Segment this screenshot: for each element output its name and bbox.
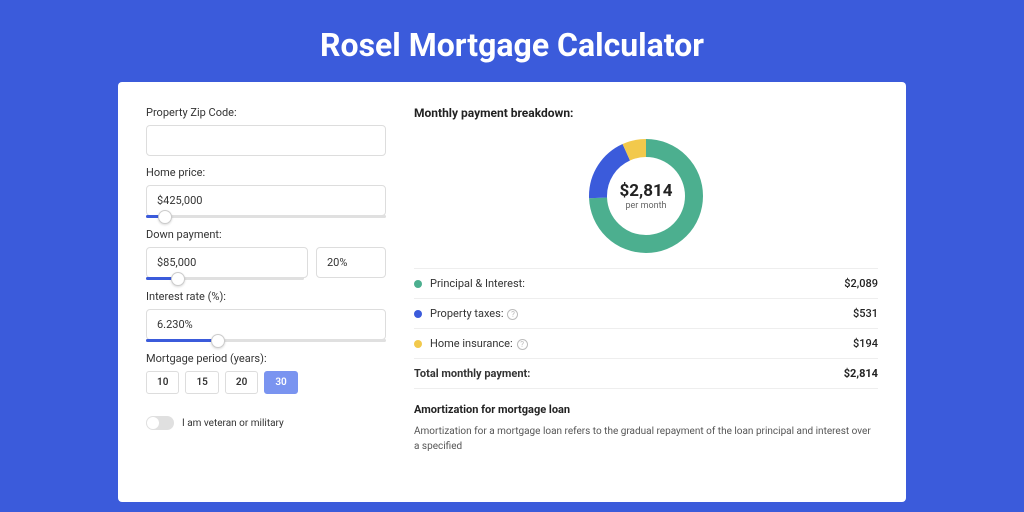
- legend-dot-icon: [414, 340, 422, 348]
- period-option-30[interactable]: 30: [264, 371, 297, 394]
- amortization-title: Amortization for mortgage loan: [414, 403, 878, 416]
- legend-row: Home insurance:?$194: [414, 329, 878, 359]
- donut-amount: $2,814: [620, 181, 673, 201]
- legend-value: $2,089: [844, 277, 878, 290]
- period-option-15[interactable]: 15: [185, 371, 218, 394]
- page-title: Rosel Mortgage Calculator: [0, 0, 1024, 82]
- veteran-toggle[interactable]: [146, 416, 174, 430]
- rate-input[interactable]: [146, 309, 386, 340]
- slider-thumb-icon[interactable]: [171, 272, 185, 286]
- amortization-text: Amortization for a mortgage loan refers …: [414, 424, 878, 454]
- period-label: Mortgage period (years):: [146, 352, 386, 365]
- legend-row: Principal & Interest:$2,089: [414, 269, 878, 299]
- slider-thumb-icon[interactable]: [158, 210, 172, 224]
- legend-dot-icon: [414, 310, 422, 318]
- down-amount-input[interactable]: [146, 247, 308, 278]
- legend-value: $194: [853, 337, 878, 350]
- slider-thumb-icon[interactable]: [211, 334, 225, 348]
- legend-name: Home insurance:?: [430, 337, 853, 350]
- legend-dot-icon: [414, 280, 422, 288]
- down-slider[interactable]: [146, 277, 304, 280]
- breakdown-title: Monthly payment breakdown:: [414, 106, 878, 120]
- price-slider[interactable]: [146, 215, 386, 218]
- form-panel: Property Zip Code: Home price: Down paym…: [146, 106, 386, 478]
- down-percent-input[interactable]: [316, 247, 386, 278]
- rate-slider[interactable]: [146, 339, 386, 342]
- legend: Principal & Interest:$2,089Property taxe…: [414, 268, 878, 389]
- calculator-card: Property Zip Code: Home price: Down paym…: [118, 82, 906, 502]
- rate-label: Interest rate (%):: [146, 290, 386, 303]
- zip-input[interactable]: [146, 125, 386, 156]
- legend-row: Property taxes:?$531: [414, 299, 878, 329]
- period-group: 10 15 20 30: [146, 371, 386, 394]
- total-label: Total monthly payment:: [414, 367, 844, 380]
- legend-total-row: Total monthly payment:$2,814: [414, 359, 878, 389]
- period-option-10[interactable]: 10: [146, 371, 179, 394]
- donut-sub: per month: [625, 201, 666, 211]
- price-label: Home price:: [146, 166, 386, 179]
- total-value: $2,814: [844, 367, 878, 380]
- info-icon[interactable]: ?: [517, 339, 528, 350]
- legend-name: Principal & Interest:: [430, 277, 844, 290]
- breakdown-panel: Monthly payment breakdown: $2,814 per mo…: [414, 106, 878, 478]
- legend-value: $531: [853, 307, 878, 320]
- donut-chart: $2,814 per month: [414, 128, 878, 268]
- zip-label: Property Zip Code:: [146, 106, 386, 119]
- amortization-section: Amortization for mortgage loan Amortizat…: [414, 403, 878, 454]
- info-icon[interactable]: ?: [507, 309, 518, 320]
- veteran-label: I am veteran or military: [182, 418, 284, 429]
- price-input[interactable]: [146, 185, 386, 216]
- legend-name: Property taxes:?: [430, 307, 853, 320]
- down-label: Down payment:: [146, 228, 386, 241]
- period-option-20[interactable]: 20: [225, 371, 258, 394]
